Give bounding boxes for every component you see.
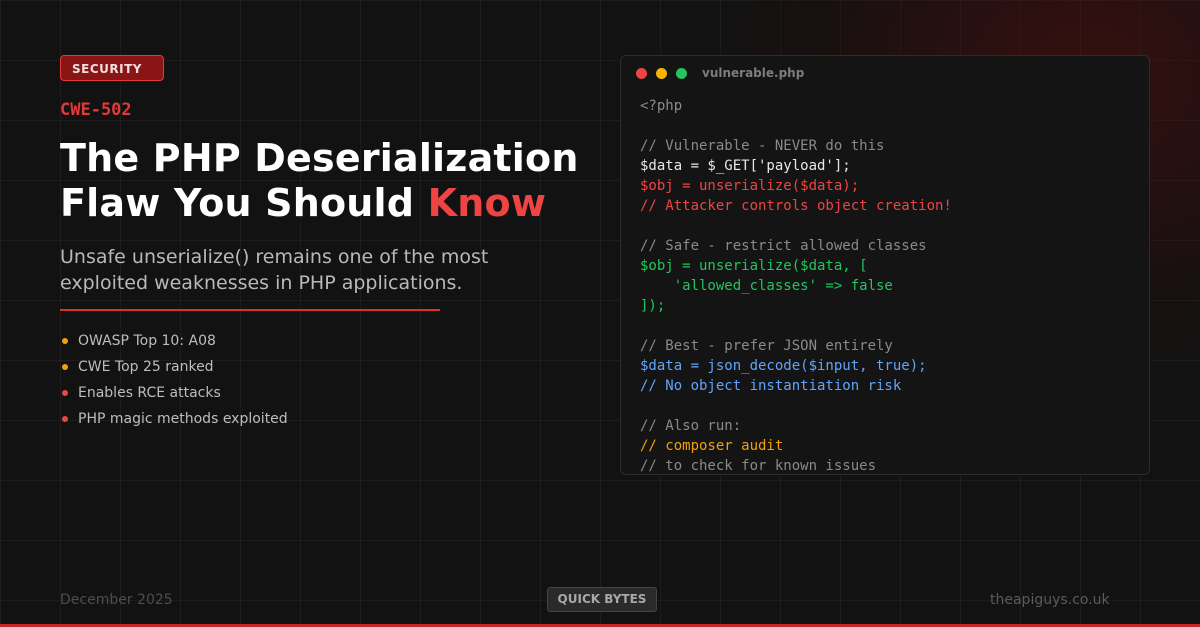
bullet-dot-icon xyxy=(62,338,68,344)
footer-date: December 2025 xyxy=(60,592,173,608)
bullet-item: CWE Top 25 ranked xyxy=(62,354,288,380)
page-title: The PHP Deserialization Flaw You Should … xyxy=(60,136,620,226)
category-badge: SECURITY xyxy=(60,55,164,81)
code-line: // to check for known issues xyxy=(640,458,877,474)
bullet-list: OWASP Top 10: A08 CWE Top 25 ranked Enab… xyxy=(62,328,288,432)
bullet-item: OWASP Top 10: A08 xyxy=(62,328,288,354)
bullet-dot-icon xyxy=(62,364,68,370)
bullet-item: Enables RCE attacks xyxy=(62,380,288,406)
divider xyxy=(60,309,440,311)
footer-tag: QUICK BYTES xyxy=(547,587,657,612)
bullet-text: PHP magic methods exploited xyxy=(78,411,288,427)
bullet-item: PHP magic methods exploited xyxy=(62,406,288,432)
code-line: // Vulnerable - NEVER do this xyxy=(640,138,885,154)
code-line: // Safe - restrict allowed classes xyxy=(640,238,927,254)
footer-site: theapiguys.co.uk xyxy=(990,592,1110,608)
bullet-text: OWASP Top 10: A08 xyxy=(78,333,216,349)
code-window-titlebar: vulnerable.php xyxy=(621,56,1149,90)
code-line: 'allowed_classes' => false xyxy=(640,278,893,294)
code-line: $data = $_GET['payload']; xyxy=(640,158,851,174)
code-block: <?php // Vulnerable - NEVER do this $data … xyxy=(621,90,1149,474)
cwe-label: CWE-502 xyxy=(60,100,132,120)
code-line: <?php xyxy=(640,98,683,114)
code-line: $obj = unserialize($data); xyxy=(640,178,860,194)
bullet-text: Enables RCE attacks xyxy=(78,385,221,401)
bullet-text: CWE Top 25 ranked xyxy=(78,359,214,375)
title-accent-word: Know xyxy=(427,181,547,225)
code-line: // composer audit xyxy=(640,438,784,454)
code-line: $obj = unserialize($data, [ xyxy=(640,258,868,274)
code-line: // Best - prefer JSON entirely xyxy=(640,338,893,354)
code-line: ]); xyxy=(640,298,666,314)
minimize-dot-icon xyxy=(656,67,667,79)
code-line: $data = json_decode($input, true); xyxy=(640,358,927,374)
code-line: // Attacker controls object creation! xyxy=(640,198,952,214)
bullet-dot-icon xyxy=(62,416,68,422)
bullet-dot-icon xyxy=(62,390,68,396)
code-filename: vulnerable.php xyxy=(702,66,805,80)
subtitle: Unsafe unserialize() remains one of the … xyxy=(60,246,489,294)
title-line-2-text: Flaw You Should xyxy=(60,181,428,225)
close-dot-icon xyxy=(636,67,647,79)
title-line-2: Flaw You Should Know xyxy=(60,181,620,226)
code-line: // No object instantiation risk xyxy=(640,378,902,394)
code-window: vulnerable.php <?php // Vulnerable - NEVE… xyxy=(620,55,1150,475)
title-line-1: The PHP Deserialization xyxy=(60,136,579,180)
code-line: // Also run: xyxy=(640,418,742,434)
maximize-dot-icon xyxy=(676,67,687,79)
